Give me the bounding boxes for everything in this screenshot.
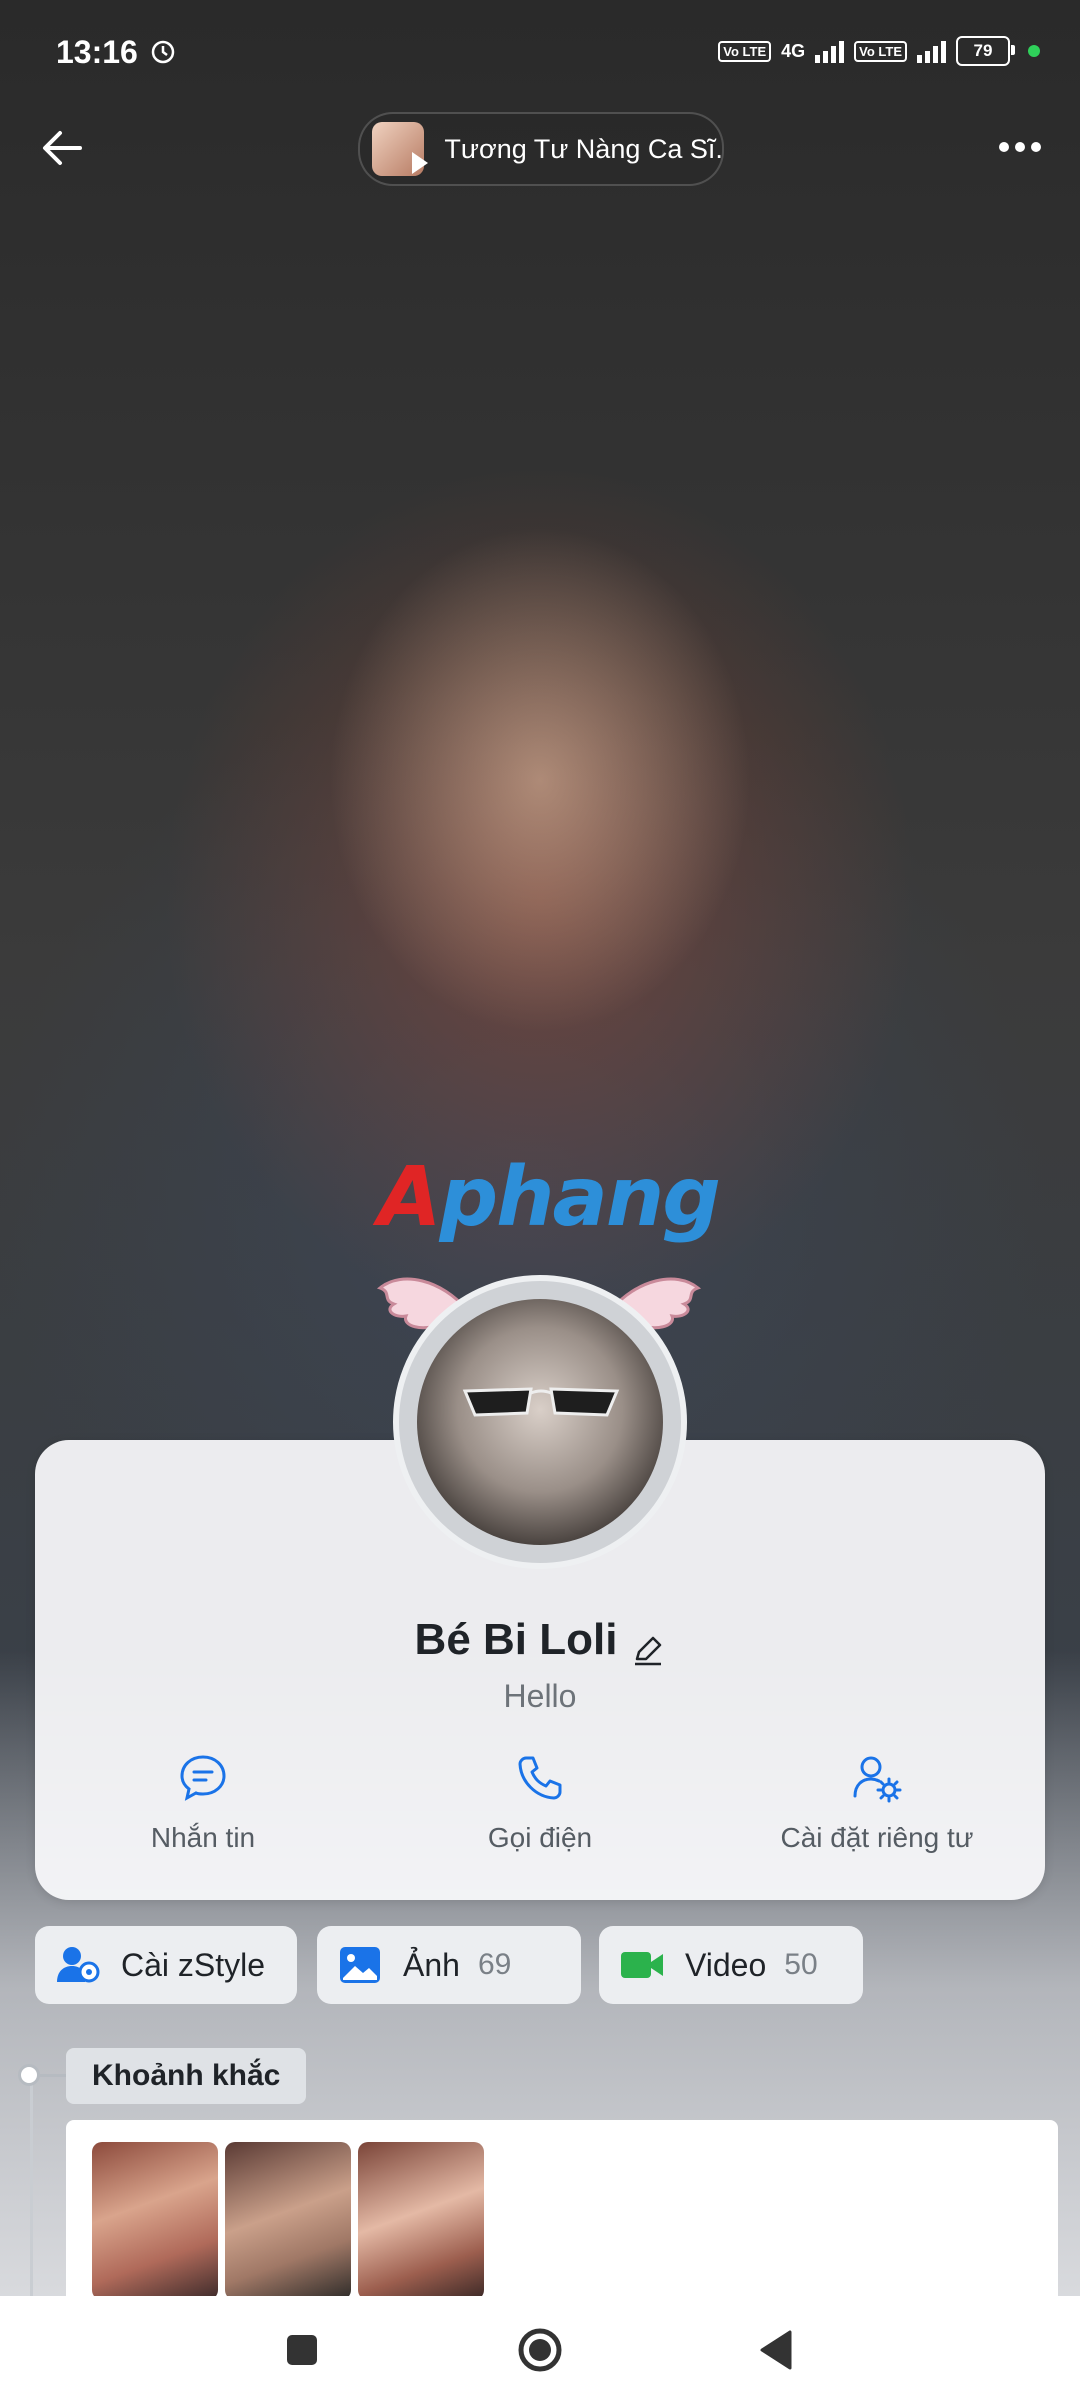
call-button[interactable]: Gọi điện (372, 1752, 708, 1872)
message-button[interactable]: Nhắn tin (35, 1752, 371, 1872)
timeline-dot (18, 2064, 40, 2086)
profile-actions: Nhắn tin Gọi điện Cài đặt riêng tư (35, 1752, 1045, 1872)
profile-music-pill[interactable]: Tương Tư Nàng Ca Sĩ.. (358, 112, 724, 186)
message-label: Nhắn tin (150, 1822, 256, 1853)
signal-icon-2 (917, 39, 946, 63)
music-thumbnail (372, 122, 429, 176)
signal-icon (815, 39, 845, 63)
music-title: Tương Tư Nàng Ca Sĩ.. (444, 133, 722, 164)
volte-badge-2: Vo LTE (854, 40, 907, 62)
photos-count: 69 (477, 1948, 512, 1981)
zstyle-button[interactable]: Cài zStyle (35, 1926, 297, 2004)
sunglasses-icon (462, 1387, 620, 1417)
video-camera-icon (621, 1952, 663, 1978)
timeline-line (30, 2075, 33, 2315)
volte-badge: Vo LTE (718, 40, 772, 62)
zstyle-icon (57, 1947, 100, 1983)
alarm-icon (151, 40, 175, 64)
profile-name: Bé Bi Loli (414, 1615, 618, 1664)
status-bar: 13:16 Vo LTE 4G Vo LTE 79 (0, 0, 1080, 108)
moment-thumbnail[interactable] (358, 2142, 484, 2300)
moment-thumbnail[interactable] (92, 2142, 218, 2300)
timeline-connector (38, 2074, 66, 2077)
zstyle-label: Cài zStyle (121, 1946, 266, 1983)
profile-name-row: Bé Bi Loli (0, 1615, 1080, 1667)
watermark-logo: Aphang (378, 1150, 721, 1245)
photos-button[interactable]: Ảnh 69 (317, 1926, 581, 2004)
avatar-photo (417, 1299, 663, 1545)
videos-count: 50 (784, 1948, 818, 1981)
network-type: 4G (781, 40, 806, 61)
privacy-settings-button[interactable]: Cài đặt riêng tư (709, 1752, 1045, 1872)
recent-apps-icon[interactable] (272, 2320, 332, 2380)
call-label: Gọi điện (487, 1822, 593, 1853)
privacy-settings-icon (853, 1756, 902, 1803)
avatar[interactable] (393, 1275, 687, 1569)
phone-icon (518, 1756, 562, 1800)
message-icon (180, 1755, 226, 1801)
videos-button[interactable]: Video 50 (599, 1926, 863, 2004)
play-icon (412, 152, 429, 174)
videos-label: Video (685, 1946, 767, 1983)
battery-level: 79 (973, 41, 993, 60)
status-time: 13:16 (56, 34, 138, 70)
photo-icon (340, 1947, 380, 1983)
system-nav-bar (0, 2296, 1080, 2400)
battery-icon: 79 (956, 36, 1015, 66)
edit-pencil-icon[interactable] (631, 1633, 665, 1667)
status-icons: Vo LTE 4G Vo LTE 79 (718, 34, 1040, 68)
photos-label: Ảnh (403, 1946, 460, 1983)
privacy-settings-label: Cài đặt riêng tư (780, 1822, 974, 1853)
home-icon[interactable] (510, 2320, 570, 2380)
moment-thumbnail[interactable] (225, 2142, 351, 2300)
profile-bio: Hello (503, 1678, 577, 1714)
more-options-icon[interactable] (990, 124, 1050, 170)
privacy-indicator-dot (1028, 45, 1040, 57)
back-triangle-icon[interactable] (748, 2320, 808, 2380)
moments-title: Khoảnh khắc (66, 2048, 307, 2104)
back-arrow-icon[interactable] (34, 120, 90, 176)
